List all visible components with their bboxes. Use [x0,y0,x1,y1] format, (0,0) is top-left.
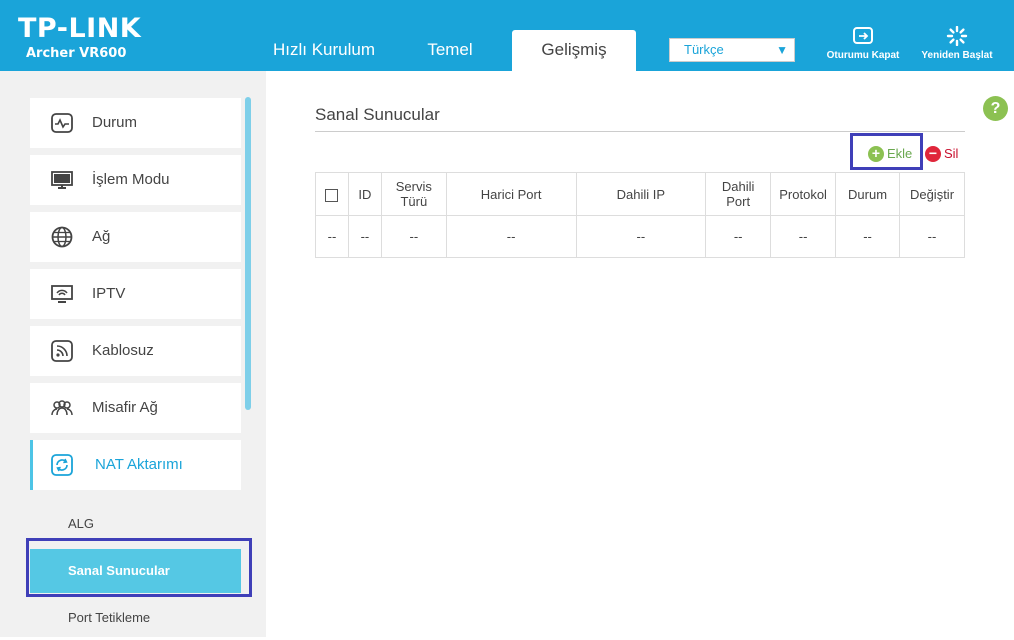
sidebar-item-iptv[interactable]: IPTV [30,269,241,319]
sidebar-item-nat-forwarding[interactable]: NAT Aktarımı [30,440,241,490]
sidebar-item-label: NAT Aktarımı [95,456,183,473]
table-cell: -- [705,215,772,258]
wireless-icon [51,340,73,362]
reboot-icon [946,26,968,46]
tab-advanced[interactable]: Gelişmiş [512,30,636,71]
logout-label: Oturumu Kapat [826,50,900,61]
column-header: Protokol [770,172,837,216]
sidebar-item-status[interactable]: Durum [30,98,241,148]
nat-icon [51,454,73,476]
subnav-port-triggering[interactable]: Port Tetikleme [30,596,241,640]
sidebar-item-guest-network[interactable]: Misafir Ağ [30,383,241,433]
top-header: TP-LINK Archer VR600 Hızlı Kurulum Temel… [0,0,1014,71]
table-cell: -- [315,215,349,258]
highlight-box-subnav [26,538,252,597]
logout-icon [853,27,873,44]
subnav-label: Port Tetikleme [68,610,151,625]
table-cell: -- [347,215,382,258]
column-header: Harici Port [445,172,577,216]
page-title: Sanal Sunucular [315,105,440,124]
table-cell: -- [835,215,900,258]
sidebar-item-wireless[interactable]: Kablosuz [30,326,241,376]
table-cell: -- [380,215,447,258]
table-cell: -- [575,215,707,258]
select-all-checkbox[interactable] [325,188,339,202]
virtual-servers-table: ID Servis Türü Harici Port Dahili IP Dahi… [315,172,965,258]
column-header: ID [347,172,382,216]
sidebar-scrollbar[interactable] [245,97,251,410]
delete-label: Sil [944,146,959,161]
table-cell: -- [899,215,965,258]
sidebar-item-label: Kablosuz [92,342,154,359]
minus-icon: − [925,146,941,162]
monitor-icon [51,171,73,189]
column-header: Dahili Port [705,172,772,216]
table-header-row: ID Servis Türü Harici Port Dahili IP Dahi… [315,172,965,216]
language-select[interactable]: Türkçe ▼ [669,38,795,62]
delete-button[interactable]: − Sil [925,146,958,162]
sidebar-item-label: İşlem Modu [92,171,170,188]
column-header: Dahili IP [575,172,707,216]
sidebar-item-operation-mode[interactable]: İşlem Modu [30,155,241,205]
reboot-label: Yeniden Başlat [921,50,993,61]
reboot-button[interactable]: Yeniden Başlat [918,26,996,61]
chevron-down-icon: ▼ [776,43,788,57]
select-all-cell [315,172,349,216]
globe-icon [51,226,73,248]
column-header: Servis Türü [380,172,447,216]
column-header: Durum [835,172,900,216]
tab-basic[interactable]: Temel [400,30,500,71]
highlight-box-add [850,133,923,170]
brand-logo: TP-LINK [18,13,142,44]
sidebar-item-label: Ağ [92,228,111,245]
guest-icon [51,400,73,416]
tab-quick-setup[interactable]: Hızlı Kurulum [258,30,390,71]
table-cell: -- [770,215,837,258]
sidebar-item-label: Durum [92,114,138,131]
table-row: -- -- -- -- -- -- -- -- -- [315,215,965,258]
help-icon[interactable]: ? [983,96,1008,121]
title-divider [315,131,965,132]
model-name: Archer VR600 [26,46,127,61]
column-header: Değiştir [899,172,965,216]
sidebar-item-network[interactable]: Ağ [30,212,241,262]
sidebar-item-label: Misafir Ağ [92,399,158,416]
sidebar-item-label: IPTV [92,285,126,302]
logout-button[interactable]: Oturumu Kapat [822,26,904,61]
iptv-icon [51,285,73,303]
language-value: Türkçe [684,42,724,57]
status-icon [51,113,73,133]
table-cell: -- [445,215,577,258]
